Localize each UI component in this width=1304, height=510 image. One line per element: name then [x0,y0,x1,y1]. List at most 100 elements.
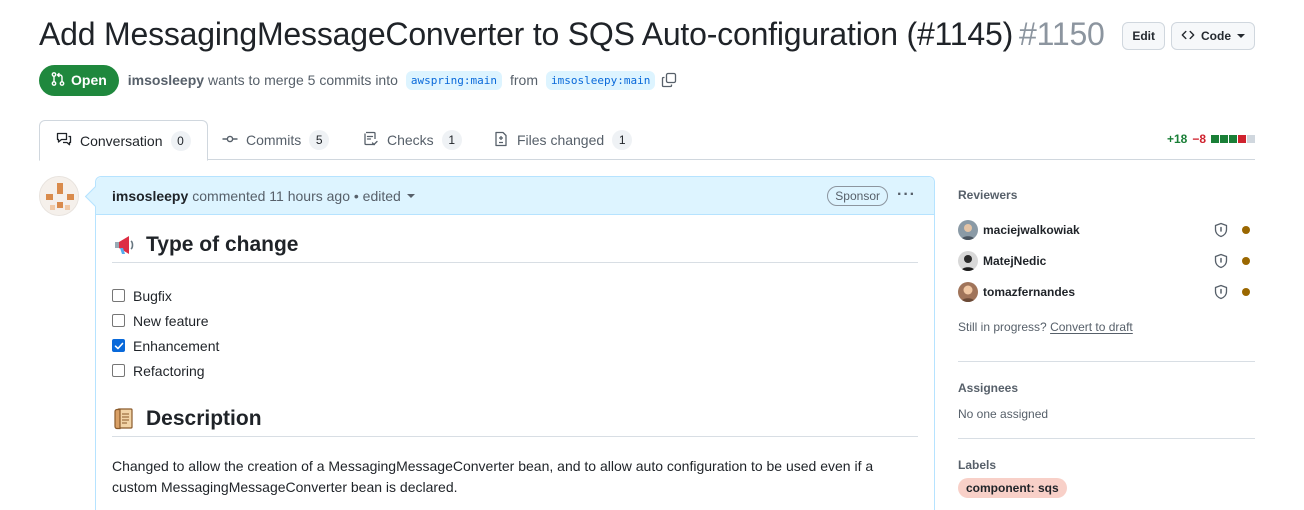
copy-icon[interactable] [661,72,677,88]
change-type-checklist: Bugfix New feature Enhancement Refactori… [112,283,219,383]
page-title: Add MessagingMessageConverter to SQS Aut… [39,16,1105,53]
codeowner-shield-icon [1214,284,1228,300]
checkbox[interactable] [112,364,125,377]
merge-text: wants to merge 5 commits into [208,72,398,88]
assignees-heading[interactable]: Assignees [958,381,1255,407]
checklist-label: Bugfix [133,287,172,304]
comment-meta: commented 11 hours ago • edited [192,187,401,204]
pending-review-dot [1242,226,1250,234]
tab-counter: 5 [309,130,330,150]
pending-review-dot [1242,288,1250,296]
diff-additions: +18 [1166,132,1188,146]
tab-counter: 1 [612,130,633,150]
checklist-label: Enhancement [133,337,220,354]
diff-block-neutral [1247,135,1255,143]
pr-title-text: Add MessagingMessageConverter to SQS Aut… [39,16,1014,52]
checkbox[interactable] [112,314,125,327]
edit-button-label: Edit [1132,29,1155,43]
codeowner-shield-icon [1214,253,1228,269]
avatar [958,250,978,271]
git-commit-icon [222,131,238,150]
state-label: Open [71,72,107,88]
pr-header: Add MessagingMessageConverter to SQS Aut… [39,16,1255,60]
tab-conversation[interactable]: Conversation 0 [39,120,208,161]
tab-counter: 0 [170,130,191,151]
labels-section: Labels component: sqs [958,439,1255,498]
tab-checks[interactable]: Checks 1 [347,120,478,160]
pr-author-link[interactable]: imsosleepy [128,72,204,88]
code-button[interactable]: Code [1171,22,1255,50]
label-pill[interactable]: component: sqs [958,478,1067,498]
comment-discussion-icon [56,131,72,150]
sidebar: Reviewers maciejwalkowiak MatejNedic tom… [958,188,1255,498]
reviewers-heading[interactable]: Reviewers [958,188,1255,214]
edited-dropdown-icon[interactable] [406,193,415,198]
checklist-item[interactable]: Enhancement [112,333,219,358]
assignees-empty: No one assigned [958,407,1049,421]
pr-number: #1150 [1019,16,1105,52]
reviewer-name: maciejwalkowiak [983,222,1080,237]
heading-description: Description [112,401,918,437]
edit-button[interactable]: Edit [1122,22,1165,50]
reviewer-row[interactable]: maciejwalkowiak [958,214,1255,245]
draft-prompt: Still in progress? Convert to draft [958,320,1255,334]
checkbox[interactable] [112,289,125,302]
pending-review-dot [1242,257,1250,265]
code-button-label: Code [1201,29,1231,43]
code-icon [1181,28,1195,45]
tab-counter: 1 [441,130,462,150]
reviewer-row[interactable]: tomazfernandes [958,276,1255,307]
base-branch[interactable]: awspring:main [405,70,502,90]
comment-header: imsosleepy commented 11 hours ago • edit… [96,177,934,215]
chevron-down-icon [1237,34,1245,38]
heading-text: Description [146,406,262,430]
tab-files-changed[interactable]: Files changed 1 [477,120,648,160]
file-diff-icon [493,131,509,150]
assignees-section: Assignees No one assigned [958,362,1255,439]
reviewer-name: tomazfernandes [983,284,1076,299]
loudspeaker-icon [112,232,138,258]
head-branch[interactable]: imsosleepy:main [546,70,656,90]
diff-block-add [1220,135,1228,143]
diff-blocks [1211,135,1255,143]
checklist-item[interactable]: Bugfix [112,283,219,308]
codeowner-shield-icon [1214,222,1228,238]
header-actions: Edit Code [1122,22,1255,50]
checkbox-checked[interactable] [112,339,125,352]
comment-card: imsosleepy commented 11 hours ago • edit… [95,176,935,510]
tab-label: Files changed [517,132,605,148]
diff-block-add [1229,135,1237,143]
from-text: from [510,72,538,88]
tab-label: Commits [246,132,302,148]
comment-author[interactable]: imsosleepy [112,188,188,204]
sponsor-button[interactable]: Sponsor [827,186,888,206]
checklist-label: New feature [133,312,209,329]
convert-to-draft-link[interactable]: Convert to draft [1050,320,1133,334]
tab-label: Checks [387,132,434,148]
checklist-item[interactable]: New feature [112,308,219,333]
reviewer-row[interactable]: MatejNedic [958,245,1255,276]
avatar [958,219,978,240]
pr-tabs: Conversation 0 Commits 5 Checks 1 Files … [39,120,1255,161]
kebab-menu-icon[interactable]: ··· [897,186,916,204]
diff-deletions: −8 [1192,132,1206,146]
description-text: Changed to allow the creation of a Messa… [112,458,874,495]
avatar [958,281,978,302]
heading-type-of-change: Type of change [112,227,918,263]
heading-text: Type of change [146,232,299,256]
reviewer-name: MatejNedic [983,253,1047,268]
avatar[interactable] [39,176,79,216]
diffstat[interactable]: +18 −8 [1167,132,1255,146]
checklist-icon [363,131,379,150]
scroll-icon [112,406,138,432]
diff-block-add [1211,135,1219,143]
labels-heading[interactable]: Labels [958,458,1255,478]
progress-text: Still in progress? [958,320,1047,334]
checklist-item[interactable]: Refactoring [112,358,219,383]
tab-label: Conversation [80,132,163,149]
state-badge: Open [39,64,119,96]
git-pull-request-icon [50,71,66,90]
diff-block-del [1238,135,1246,143]
pr-meta: Open imsosleepy wants to merge 5 commits… [39,64,677,96]
tab-commits[interactable]: Commits 5 [206,120,345,160]
